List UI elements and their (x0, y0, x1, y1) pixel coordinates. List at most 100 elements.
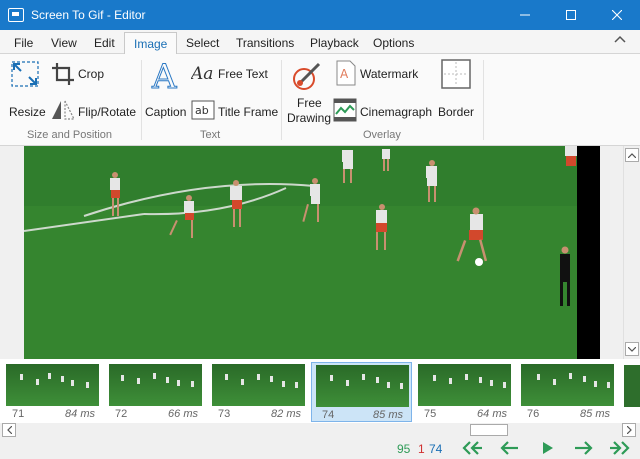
current-frame-number: 74 (429, 442, 443, 456)
frame-thumbnail (521, 364, 614, 406)
maximize-icon (566, 10, 576, 20)
scroll-right-button[interactable] (622, 423, 636, 437)
frame-item[interactable]: 73 82 ms (208, 362, 309, 422)
ribbon-separator (483, 60, 484, 140)
selected-frames-count: 1 (418, 442, 425, 456)
menu-transitions[interactable]: Transitions (236, 30, 294, 54)
close-button[interactable] (594, 0, 640, 30)
scroll-up-button[interactable] (625, 148, 639, 162)
chevron-down-icon (628, 346, 636, 352)
scroll-left-button[interactable] (2, 423, 16, 437)
frame-image[interactable] (24, 146, 600, 359)
minimize-button[interactable] (502, 0, 548, 30)
frame-number: 74 (322, 409, 335, 421)
next-frame-icon[interactable] (572, 440, 594, 456)
svg-text:A: A (151, 58, 177, 92)
svg-text:Aa: Aa (191, 64, 213, 83)
flip-rotate-icon (52, 100, 75, 120)
minimize-icon (520, 14, 530, 16)
ribbon-separator (281, 60, 282, 140)
menu-playback[interactable]: Playback (310, 30, 359, 54)
caption-icon: A (151, 58, 178, 92)
watermark-icon: A (336, 60, 356, 86)
ribbon-separator (141, 60, 142, 140)
scroll-down-button[interactable] (625, 342, 639, 356)
previous-frame-icon[interactable] (499, 440, 521, 456)
menu-bar: File View Edit Image Select Transitions … (0, 30, 640, 55)
free-text-icon: Aa (191, 64, 213, 83)
cinemagraph-label: Cinemagraph (360, 105, 433, 119)
frame-thumbnail (6, 364, 99, 406)
menu-options[interactable]: Options (373, 30, 414, 54)
last-frame-icon[interactable] (609, 440, 631, 456)
window-title: Screen To Gif - Editor (31, 8, 146, 22)
group-label-size-position: Size and Position (27, 129, 112, 141)
group-label-text: Text (200, 129, 221, 141)
watermark-label: Watermark (360, 67, 419, 81)
frame-delay: 84 ms (65, 408, 95, 420)
frame-delay: 85 ms (373, 409, 403, 421)
resize-label: Resize (9, 105, 46, 119)
border-icon (441, 59, 471, 89)
close-icon (612, 10, 622, 20)
frame-delay: 85 ms (580, 408, 610, 420)
free-drawing-label-1: Free (297, 96, 322, 110)
chevron-up-icon (628, 152, 636, 158)
border-label: Border (438, 105, 475, 119)
frame-item[interactable]: 71 84 ms (2, 362, 103, 422)
svg-text:A: A (340, 67, 349, 81)
frame-number: 73 (218, 408, 231, 420)
frame-number: 72 (115, 408, 128, 420)
frame-thumbnail-partial (624, 365, 640, 407)
app-icon (8, 8, 24, 22)
group-label-overlay: Overlay (363, 129, 401, 141)
menu-file[interactable]: File (14, 30, 33, 54)
frame-item[interactable]: 75 64 ms (414, 362, 515, 422)
brush-icon (293, 62, 321, 90)
title-bar: Screen To Gif - Editor (0, 0, 640, 30)
collapse-ribbon-icon[interactable] (614, 35, 626, 43)
frame-number: 71 (12, 408, 25, 420)
cinemagraph-icon (333, 98, 357, 122)
free-drawing-label-2: Drawing (287, 111, 332, 125)
ribbon: Resize Crop Flip/Rotate Size and Positio… (0, 54, 640, 146)
frame-item[interactable]: 72 66 ms (105, 362, 206, 422)
title-frame-label: Title Frame (218, 105, 279, 119)
menu-select[interactable]: Select (186, 30, 219, 54)
crop-icon (52, 63, 74, 85)
free-text-label: Free Text (218, 67, 268, 81)
vertical-scrollbar[interactable] (623, 146, 640, 359)
frame-delay: 82 ms (271, 408, 301, 420)
frame-viewer (0, 146, 640, 359)
frame-item[interactable]: 76 85 ms (517, 362, 618, 422)
caption-label: Caption (145, 105, 187, 119)
frame-delay: 66 ms (168, 408, 198, 420)
menu-image[interactable]: Image (124, 32, 178, 55)
frame-side-bar (577, 146, 600, 359)
crop-label: Crop (78, 67, 105, 81)
scroll-thumb[interactable] (470, 424, 508, 436)
frame-number: 75 (424, 408, 437, 420)
soccer-field-image (24, 146, 600, 359)
status-bar: 95 1 74 (0, 437, 640, 459)
title-frame-icon: ab (191, 100, 215, 120)
resize-icon (11, 61, 39, 87)
chevron-right-icon (626, 426, 632, 434)
svg-text:ab: ab (195, 104, 209, 117)
frame-thumbnail (418, 364, 511, 406)
play-icon[interactable] (537, 440, 559, 456)
total-frames-count: 95 (397, 442, 411, 456)
frame-item-selected[interactable]: 74 85 ms (311, 362, 412, 422)
frame-number: 76 (527, 408, 540, 420)
flip-rotate-label: Flip/Rotate (78, 105, 137, 119)
chevron-left-icon (6, 426, 12, 434)
maximize-button[interactable] (548, 0, 594, 30)
horizontal-scrollbar[interactable] (0, 423, 640, 437)
menu-view[interactable]: View (51, 30, 77, 54)
menu-edit[interactable]: Edit (94, 30, 115, 54)
frame-delay: 64 ms (477, 408, 507, 420)
first-frame-icon[interactable] (461, 440, 483, 456)
frame-list[interactable]: 71 84 ms 72 66 ms 73 82 ms 74 85 ms 75 6… (0, 359, 640, 423)
frame-thumbnail (212, 364, 305, 406)
frame-thumbnail (109, 364, 202, 406)
